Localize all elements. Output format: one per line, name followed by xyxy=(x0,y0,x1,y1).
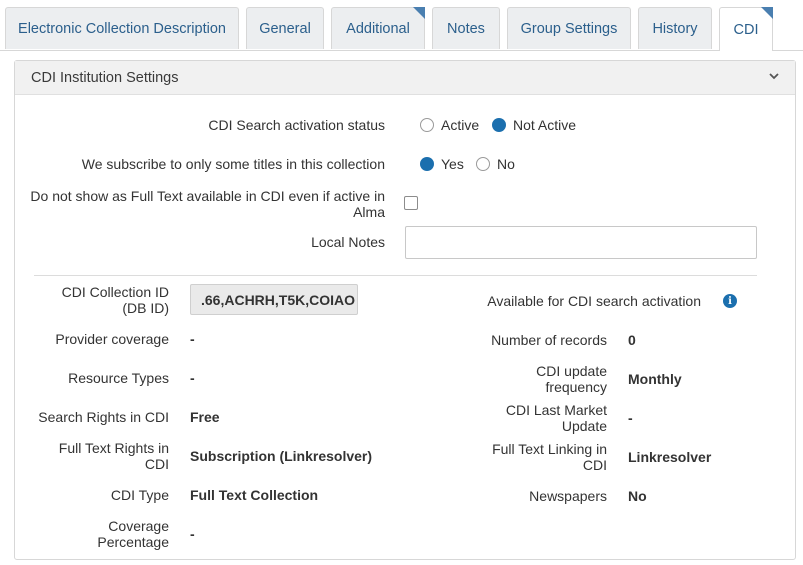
tab-label: Electronic Collection Description xyxy=(18,20,226,37)
label-line: CDI Collection ID xyxy=(61,284,169,300)
tab-label: Group Settings xyxy=(520,20,618,37)
fulltext-linking-label: Full Text Linking in CDI xyxy=(440,441,607,473)
label-line: frequency xyxy=(545,379,607,395)
tab-label: Notes xyxy=(447,20,485,37)
search-rights-label: Search Rights in CDI xyxy=(38,409,169,425)
tab-additional[interactable]: Additional xyxy=(331,7,425,49)
collection-id-field[interactable]: .66,ACHRH,T5K,COIAO xyxy=(190,284,358,315)
info-icon[interactable]: i xyxy=(723,294,737,308)
newspapers-value: No xyxy=(628,488,647,504)
section-divider xyxy=(34,275,757,276)
resource-types-label: Resource Types xyxy=(68,370,169,386)
tab-label: History xyxy=(652,20,698,37)
radio-no[interactable] xyxy=(476,157,490,171)
available-label: Available for CDI search activation xyxy=(487,293,701,309)
subscribe-label: We subscribe to only some titles in this… xyxy=(81,156,385,172)
last-market-update-value: - xyxy=(628,410,633,426)
fulltext-linking-value: Linkresolver xyxy=(628,449,712,465)
edited-corner-icon xyxy=(761,7,773,19)
label-line: Full Text Rights in xyxy=(58,440,169,456)
label-line: Full Text Linking in xyxy=(492,441,607,457)
collection-id-label: CDI Collection ID (DB ID) xyxy=(40,284,169,316)
radio-yes-label[interactable]: Yes xyxy=(441,156,464,172)
resource-types-value: - xyxy=(190,370,195,386)
newspapers-label: Newspapers xyxy=(529,488,607,504)
label-line: CDI xyxy=(582,457,607,473)
fulltext-hide-checkbox[interactable] xyxy=(404,196,418,210)
activation-status-label: CDI Search activation status xyxy=(208,117,385,133)
tab-label: Additional xyxy=(346,20,410,37)
tab-general[interactable]: General xyxy=(246,7,324,49)
update-frequency-value: Monthly xyxy=(628,371,682,387)
label-line: Update xyxy=(561,418,607,434)
local-notes-label: Local Notes xyxy=(311,234,385,250)
provider-coverage-label: Provider coverage xyxy=(55,331,169,347)
tab-history[interactable]: History xyxy=(638,7,712,49)
records-value: 0 xyxy=(628,332,636,348)
tab-cdi[interactable]: CDI xyxy=(719,7,773,51)
edited-corner-icon xyxy=(413,7,425,19)
label-line: CDI Last Market xyxy=(505,402,607,418)
chevron-down-icon[interactable] xyxy=(767,69,781,83)
tab-notes[interactable]: Notes xyxy=(432,7,500,49)
fulltext-rights-label: Full Text Rights in CDI xyxy=(40,440,169,472)
radio-no-label[interactable]: No xyxy=(497,156,515,172)
label-line: Alma xyxy=(353,204,385,220)
coverage-percentage-label: Coverage Percentage xyxy=(40,518,169,550)
provider-coverage-value: - xyxy=(190,331,195,347)
fulltext-hide-label: Do not show as Full Text available in CD… xyxy=(20,188,385,220)
fulltext-rights-value: Subscription (Linkresolver) xyxy=(190,448,373,464)
tab-label: CDI xyxy=(733,21,759,38)
cdi-type-label: CDI Type xyxy=(110,487,169,503)
update-frequency-label: CDI update frequency xyxy=(440,363,607,395)
last-market-update-label: CDI Last Market Update xyxy=(440,402,607,434)
coverage-percentage-value: - xyxy=(190,526,195,542)
radio-not-active[interactable] xyxy=(492,118,506,132)
search-rights-value: Free xyxy=(190,409,220,425)
label-line: (DB ID) xyxy=(122,300,169,316)
label-line: Percentage xyxy=(97,534,169,550)
radio-active[interactable] xyxy=(420,118,434,132)
label-line: CDI update xyxy=(536,363,607,379)
label-line: Coverage xyxy=(108,518,169,534)
tab-group-settings[interactable]: Group Settings xyxy=(507,7,631,49)
radio-not-active-label[interactable]: Not Active xyxy=(513,117,576,133)
cdi-type-value: Full Text Collection xyxy=(190,487,319,503)
label-line: Do not show as Full Text available in CD… xyxy=(30,188,385,204)
label-line: CDI xyxy=(144,456,169,472)
tab-bar: Electronic Collection Description Genera… xyxy=(0,0,803,51)
tab-electronic-collection-description[interactable]: Electronic Collection Description xyxy=(5,7,239,49)
radio-yes[interactable] xyxy=(420,157,434,171)
local-notes-input[interactable] xyxy=(405,226,757,259)
records-label: Number of records xyxy=(491,332,607,348)
panel-title: CDI Institution Settings xyxy=(31,69,179,86)
panel-header[interactable]: CDI Institution Settings xyxy=(15,61,795,95)
radio-active-label[interactable]: Active xyxy=(441,117,479,133)
tab-label: General xyxy=(259,20,311,37)
